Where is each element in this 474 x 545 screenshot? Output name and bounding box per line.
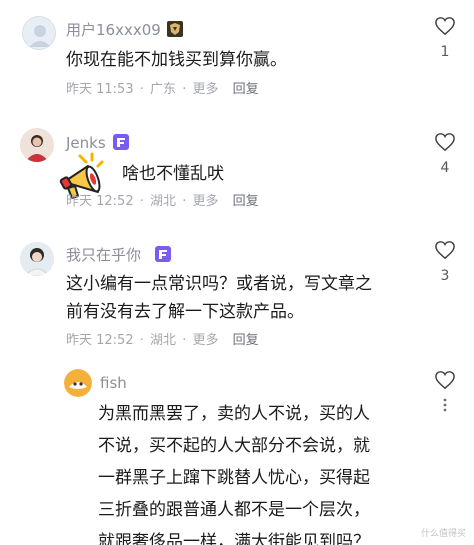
reply-button[interactable]: 回复 [233, 82, 259, 97]
heart-icon [435, 371, 455, 390]
heart-icon [435, 17, 455, 36]
more-link[interactable]: 更多 [192, 82, 218, 97]
timestamp: 昨天 12:52 [66, 194, 134, 209]
comment-text: 啥也不懂乱吠 [122, 164, 224, 184]
level-badge-icon [155, 246, 171, 262]
location: 广东 [150, 82, 177, 97]
avatar[interactable] [20, 242, 54, 276]
comment-text: 为黑而黑罢了，卖的人不说，买的人 不说，买不起的人大部分不会说，就 一群黑子上蹿… [98, 398, 370, 545]
comment-text-line: 为黑而黑罢了，卖的人不说，买的人 [98, 404, 370, 424]
comment-2: Jenks 啥也不懂乱吠 昨天 12:52 · 湖北 · 更多 回复 4 [0, 110, 474, 222]
reply-comment: fish 为黑而黑罢了，卖的人不说，买的人 不说，买不起的人大部分不会说，就 一… [0, 360, 474, 545]
comment-text-line: 这小编有一点常识吗？或者说，写文章之 [66, 274, 372, 294]
heart-icon [435, 133, 455, 152]
more-link[interactable]: 更多 [192, 194, 218, 209]
comment-meta: 昨天 12:52 · 湖北 · 更多 回复 [66, 333, 259, 348]
timestamp: 昨天 11:53 [66, 82, 134, 97]
like-button[interactable]: 1 [431, 16, 459, 60]
comment-text: 这小编有一点常识吗？或者说，写文章之 前有没有去了解一下这款产品。 [66, 270, 372, 326]
reply-button[interactable]: 回复 [233, 333, 259, 348]
username[interactable]: 我只在乎你 [66, 246, 141, 264]
comment-text-line: 前有没有去了解一下这款产品。 [66, 302, 304, 322]
more-link[interactable]: 更多 [192, 333, 218, 348]
like-button[interactable] [431, 370, 459, 394]
comment-3: 我只在乎你 这小编有一点常识吗？或者说，写文章之 前有没有去了解一下这款产品。 … [0, 222, 474, 360]
avatar[interactable] [22, 16, 56, 50]
avatar[interactable] [64, 369, 92, 397]
comment-meta: 昨天 12:52 · 湖北 · 更多 回复 [66, 194, 259, 209]
watermark: 什么值得买 [420, 529, 466, 539]
like-count: 3 [440, 268, 450, 284]
location: 湖北 [150, 194, 177, 209]
timestamp: 昨天 12:52 [66, 333, 134, 348]
default-avatar-icon [29, 25, 51, 47]
avatar[interactable] [20, 128, 54, 162]
like-count: 1 [440, 44, 450, 60]
like-count: 4 [440, 160, 450, 176]
comment-text-line: 不说，买不起的人大部分不会说，就 [98, 436, 370, 456]
reply-button[interactable]: 回复 [233, 194, 259, 209]
user-photo-icon [20, 242, 54, 276]
username[interactable]: 用户16xxx09 [66, 21, 161, 39]
comment-text-line: 一群黑子上蹿下跳替人忧心，买得起 [98, 468, 370, 488]
level-badge-icon [167, 21, 183, 37]
heart-icon [435, 241, 455, 260]
more-options-icon[interactable] [440, 398, 450, 412]
location: 湖北 [150, 333, 177, 348]
like-button[interactable]: 3 [431, 240, 459, 284]
comment-1: 用户16xxx09 你现在能不加钱买到算你赢。 昨天 11:53 · 广东 · … [0, 0, 474, 110]
comment-text-line: 就跟奢侈品一样，满大街能见到吗？ [98, 532, 370, 545]
comment-meta: 昨天 11:53 · 广东 · 更多 回复 [66, 82, 259, 97]
username[interactable]: fish [100, 374, 127, 392]
user-photo-icon [64, 369, 92, 397]
user-photo-icon [20, 128, 54, 162]
like-button[interactable]: 4 [431, 132, 459, 176]
comment-text: 你现在能不加钱买到算你赢。 [66, 50, 287, 70]
comment-text-line: 三折叠的跟普通人都不是一个层次， [98, 500, 370, 520]
